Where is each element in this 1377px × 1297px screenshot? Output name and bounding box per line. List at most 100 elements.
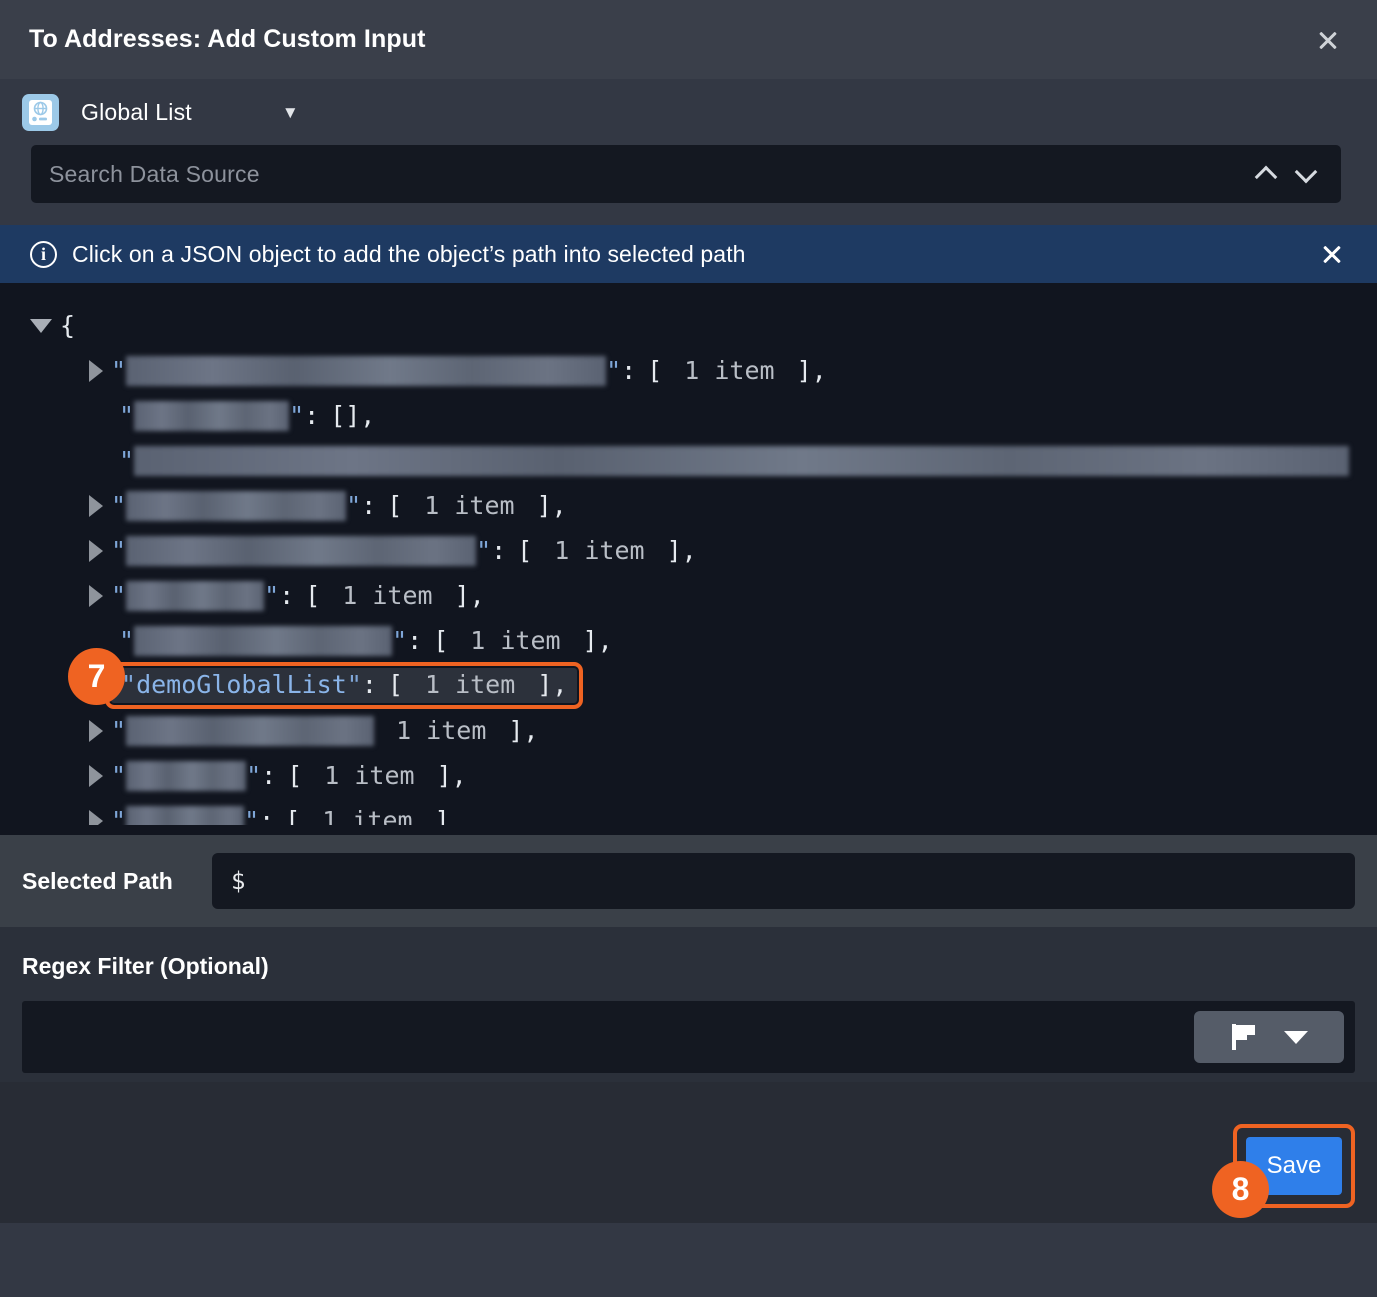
selected-path-label: Selected Path <box>22 868 212 895</box>
expand-triangle-icon[interactable] <box>89 495 103 517</box>
json-bracket: [ <box>647 356 662 385</box>
json-tree-viewer[interactable]: { "":[1 item], "":[], " "":[1 item], "":… <box>0 283 1377 835</box>
json-key-label: demoGlobalList <box>136 670 347 699</box>
json-bracket: [ <box>305 581 320 610</box>
json-bracket-close: ], <box>537 491 567 520</box>
json-quote: " <box>347 670 362 699</box>
json-quote: " <box>111 491 126 520</box>
json-colon: : <box>304 401 319 430</box>
json-empty-array: [], <box>330 401 375 430</box>
expand-triangle-icon[interactable] <box>89 540 103 562</box>
dialog-header: To Addresses: Add Custom Input <box>0 0 1377 79</box>
json-quote: " <box>392 626 407 655</box>
json-quote: " <box>119 446 134 475</box>
json-quote: " <box>111 716 126 745</box>
json-bracket: [ <box>517 536 532 565</box>
json-tree-row[interactable]: " ": [], <box>0 393 1377 438</box>
info-banner-text: Click on a JSON object to add the object… <box>72 241 746 268</box>
json-colon: : <box>261 761 276 790</box>
close-dialog-button[interactable] <box>1311 23 1345 57</box>
json-quote: " <box>246 761 261 790</box>
json-tree-row[interactable]: "":[1 item], <box>0 483 1377 528</box>
json-bracket: [ <box>433 626 448 655</box>
redacted-key <box>126 581 264 611</box>
global-list-icon <box>22 94 59 131</box>
expand-triangle-icon[interactable] <box>89 765 103 787</box>
expand-triangle-icon[interactable] <box>89 360 103 382</box>
chevron-down-icon[interactable] <box>1284 1031 1308 1044</box>
json-bracket-close: ], <box>797 356 827 385</box>
flag-dropdown-button[interactable] <box>1194 1011 1344 1063</box>
json-bracket-close: ], <box>583 626 613 655</box>
redacted-key <box>126 761 246 791</box>
json-bracket-close: ], <box>537 670 567 699</box>
json-item-count: 1 item <box>324 761 414 790</box>
json-item-count: 1 item <box>396 716 486 745</box>
json-colon: : <box>361 491 376 520</box>
json-tree-row[interactable]: " ": [1 item], <box>0 753 1377 798</box>
json-bracket: [ <box>287 761 302 790</box>
json-quote: " <box>606 356 621 385</box>
json-tree-row[interactable]: "1 item], <box>0 708 1377 753</box>
json-bracket: [ <box>388 670 403 699</box>
json-quote: " <box>119 626 134 655</box>
redacted-key <box>126 536 476 566</box>
json-quote: " <box>119 401 134 430</box>
json-colon: : <box>407 626 422 655</box>
regex-filter-input[interactable] <box>22 1001 1355 1073</box>
json-root-brace: { <box>60 311 75 340</box>
json-item-count: 1 item <box>425 670 515 699</box>
json-quote: " <box>111 761 126 790</box>
json-quote: " <box>111 356 126 385</box>
json-tree-row[interactable]: " ": [1 item], <box>0 618 1377 663</box>
redacted-key <box>134 401 289 431</box>
json-bracket-close: ], <box>455 581 485 610</box>
chevron-down-icon[interactable]: ▼ <box>282 104 299 121</box>
close-icon <box>1317 29 1339 51</box>
json-tree-row[interactable]: "":[1 item], <box>0 528 1377 573</box>
json-tree-row[interactable]: " <box>0 438 1377 483</box>
json-bracket-close: ], <box>437 761 467 790</box>
expand-triangle-icon[interactable] <box>89 585 103 607</box>
redacted-key <box>134 626 392 656</box>
scroll-fade <box>0 825 1377 835</box>
chevron-down-icon[interactable] <box>1293 161 1319 187</box>
dialog-footer: Save <box>0 1082 1377 1223</box>
json-root-row[interactable]: { <box>0 303 1377 348</box>
json-tree-row[interactable]: " ": [1 item], <box>0 348 1377 393</box>
expand-triangle-icon[interactable] <box>89 720 103 742</box>
redacted-key <box>126 491 346 521</box>
json-colon: : <box>362 670 377 699</box>
redacted-key <box>126 356 606 386</box>
json-quote: " <box>264 581 279 610</box>
regex-filter-label: Regex Filter (Optional) <box>22 953 1355 980</box>
json-bracket: [ <box>387 491 402 520</box>
json-quote: " <box>476 536 491 565</box>
json-tree-row-demoGlobalList[interactable]: "demoGlobalList":[1 item], <box>0 663 1377 708</box>
json-colon: : <box>491 536 506 565</box>
json-quote: " <box>289 401 304 430</box>
json-quote: " <box>111 536 126 565</box>
json-colon: : <box>621 356 636 385</box>
flag-icon <box>1230 1022 1258 1052</box>
selected-path-input[interactable]: $ <box>212 853 1355 909</box>
callout-badge-7: 7 <box>68 648 125 705</box>
search-input[interactable]: Search Data Source <box>31 161 1253 188</box>
json-item-count: 1 item <box>342 581 432 610</box>
json-item-count: 1 item <box>470 626 560 655</box>
selected-path-section: Selected Path $ <box>0 835 1377 927</box>
json-tree-row[interactable]: "":[1 item], <box>0 573 1377 618</box>
json-quote: " <box>111 581 126 610</box>
json-item-count: 1 item <box>684 356 774 385</box>
search-section: Search Data Source <box>0 145 1377 225</box>
data-source-selector[interactable]: Global List ▼ <box>0 79 1377 145</box>
regex-filter-section: Regex Filter (Optional) <box>0 927 1377 1082</box>
highlighted-json-entry[interactable]: "demoGlobalList":[1 item], <box>111 668 577 703</box>
chevron-up-icon[interactable] <box>1253 161 1279 187</box>
collapse-triangle-icon[interactable] <box>30 319 52 333</box>
dismiss-banner-button[interactable] <box>1317 239 1347 269</box>
search-nav-group <box>1253 161 1341 187</box>
search-data-source-box[interactable]: Search Data Source <box>31 145 1341 203</box>
redacted-key <box>126 716 374 746</box>
data-source-name: Global List <box>81 99 192 126</box>
